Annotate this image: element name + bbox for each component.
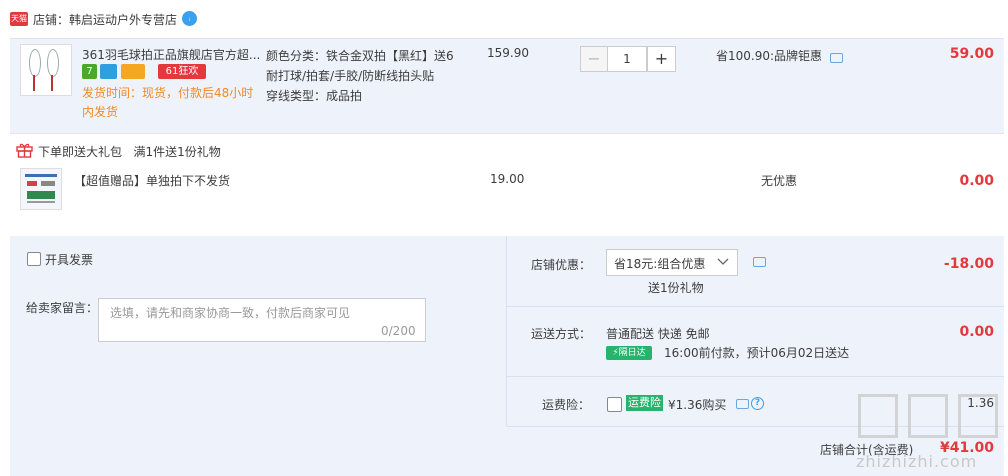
chevron-down-icon [716, 252, 730, 273]
product-thumbnail[interactable] [20, 44, 72, 96]
shipping-fee: 0.00 [959, 324, 994, 340]
racket-handle-icon [33, 75, 35, 91]
gift-discount: 无优惠 [761, 174, 798, 188]
service-tag-shield [100, 64, 117, 79]
watermark-logo [958, 394, 998, 438]
gift-promo-header: 下单即送大礼包 满1件送1份礼物 [38, 145, 221, 159]
row-divider [507, 376, 1004, 377]
watermark-logo [908, 394, 948, 438]
unit-price: 159.90 [487, 46, 529, 60]
insurance-label: 运费险： [542, 398, 591, 412]
product-title[interactable]: 361羽毛球拍正品旗舰店官方超... [82, 46, 260, 63]
racket-head-icon [29, 49, 41, 77]
row-divider [507, 306, 1004, 307]
shipping-eta: 16:00前付款，预计06月02日送达 [664, 346, 850, 360]
gift-name[interactable]: 【超值赠品】单独拍下不发货 [74, 172, 230, 189]
insurance-tag: 运费险 [626, 395, 663, 411]
tmall-badge: 天猫 [10, 12, 28, 26]
message-icon[interactable] [753, 257, 766, 267]
quantity-increase-button[interactable]: + [647, 46, 676, 72]
ship-time: 发货时间：现货，付款后48小时内发货 [82, 86, 254, 119]
invoice-checkbox[interactable] [27, 252, 41, 266]
quantity-decrease-button[interactable]: − [580, 46, 608, 72]
shipping-label: 运送方式： [531, 327, 592, 341]
gift-image-icon [25, 174, 57, 203]
saving-text: 省100.90:品牌钜惠 [716, 49, 823, 63]
sku-color: 颜色分类：铁合金双拍【黑红】送6耐打球/拍套/手胶/防断线拍头贴 [266, 49, 454, 83]
next-day-badge: ⚡隔日达 [606, 346, 652, 360]
shipping-method: 普通配送 快递 免邮 [606, 327, 710, 341]
help-icon[interactable]: ? [751, 397, 764, 410]
seller-note-label: 给卖家留言： [26, 301, 99, 315]
racket-head-icon [47, 49, 59, 77]
gift-icon [16, 143, 33, 158]
message-icon[interactable] [736, 399, 749, 409]
quantity-input[interactable] [607, 46, 647, 72]
service-tag-7day: 7 [82, 64, 97, 79]
order-options-panel [10, 236, 1004, 476]
watermark-logo [858, 394, 898, 438]
sku-info: 颜色分类：铁合金双拍【黑红】送6耐打球/拍套/手胶/防断线拍头贴 穿线类型：成品… [266, 46, 461, 106]
insurance-checkbox[interactable] [607, 397, 622, 412]
coupon-value: 省18元:组合优惠 [614, 257, 706, 271]
seller-note-counter: 0/200 [381, 324, 416, 338]
insurance-price: ¥1.36购买 [668, 398, 727, 412]
racket-handle-icon [51, 75, 53, 91]
watermark-text: zhizhizhi.com [856, 452, 978, 471]
message-icon[interactable] [830, 53, 843, 63]
seller-note-placeholder: 选填，请先和商家协商一致，付款后商家可见 [110, 306, 351, 320]
gift-thumbnail[interactable] [20, 168, 62, 210]
coupon-gift-note: 送1份礼物 [648, 281, 704, 295]
chat-bubble-icon[interactable]: ᵢ [182, 11, 197, 26]
store-name[interactable]: 店铺：韩启运动户外专营店 [33, 11, 177, 28]
sku-string: 穿线类型：成品拍 [266, 89, 363, 103]
promo-tag: 61狂欢 [158, 64, 206, 79]
service-tag-card [121, 64, 145, 79]
invoice-label[interactable]: 开具发票 [45, 251, 93, 268]
coupon-amount: -18.00 [943, 256, 994, 272]
gift-total: 0.00 [959, 173, 994, 189]
item-subtotal: 59.00 [949, 46, 994, 62]
gift-price: 19.00 [490, 172, 525, 186]
coupon-label: 店铺优惠： [531, 258, 592, 272]
panel-divider [506, 236, 507, 426]
